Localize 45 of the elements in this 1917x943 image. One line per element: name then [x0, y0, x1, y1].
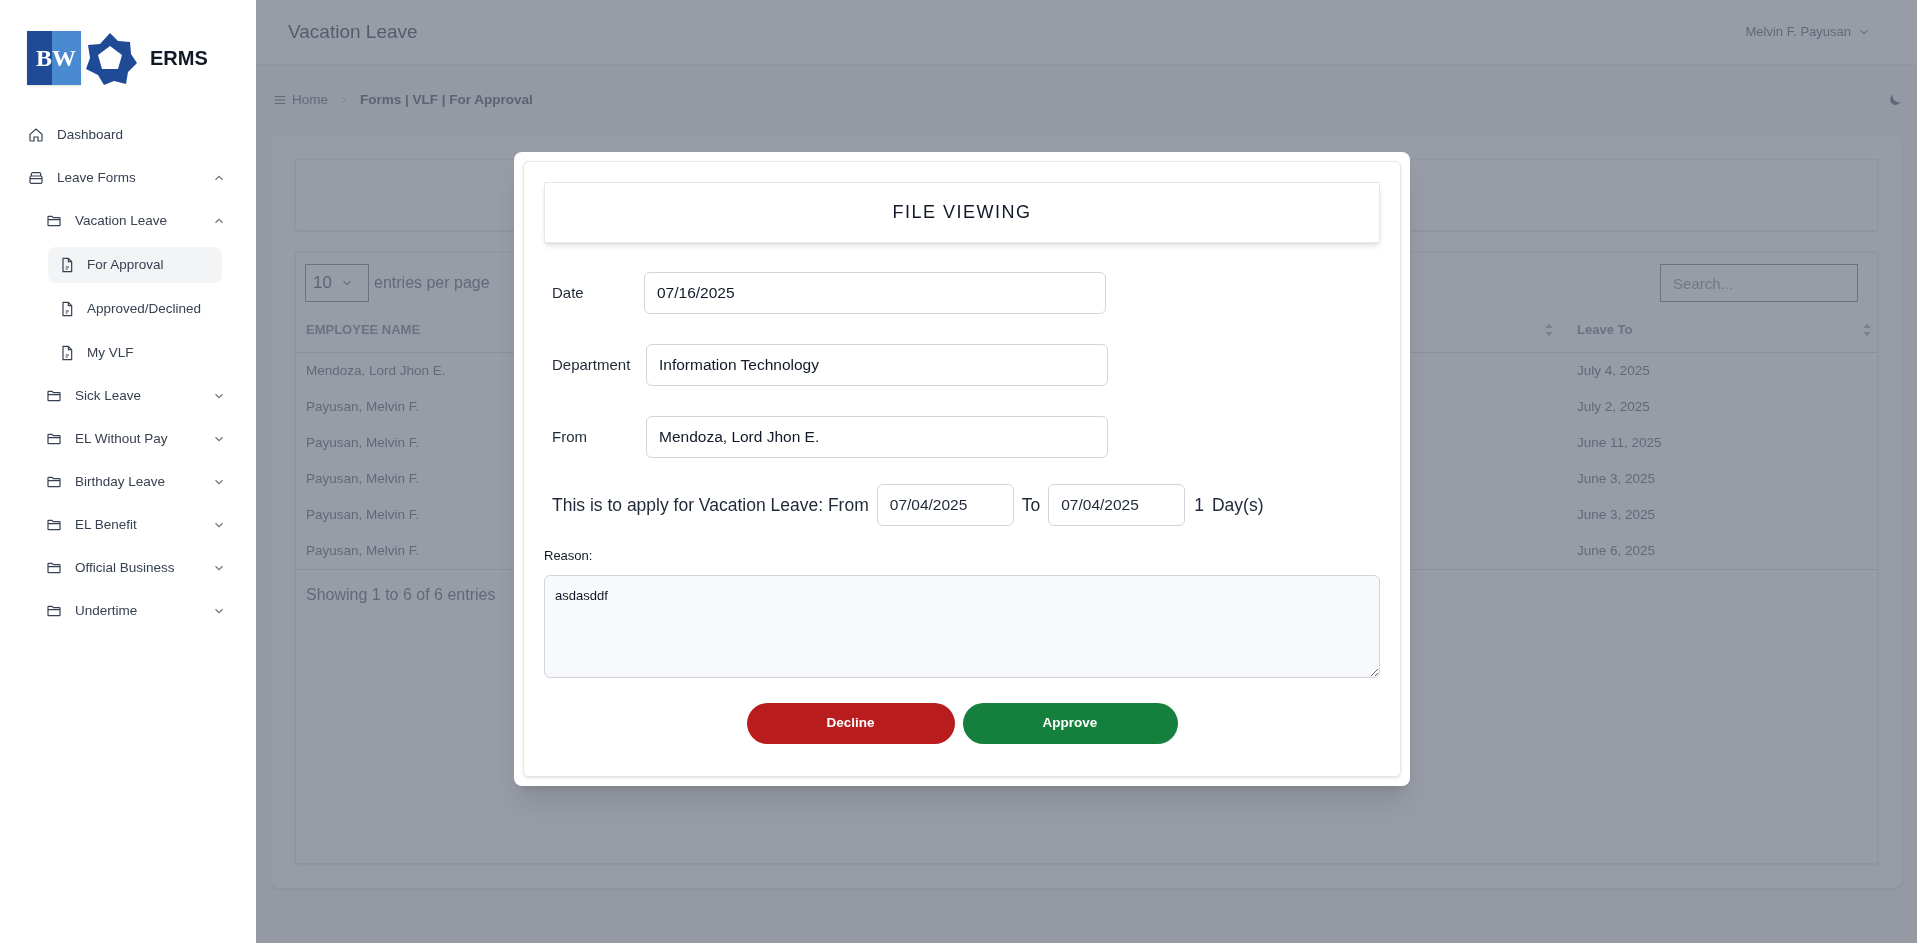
date-field[interactable]: 07/04/2025: [1048, 484, 1186, 526]
sidebar-item[interactable]: Birthday Leave: [0, 464, 226, 500]
modal-title: FILE VIEWING: [892, 201, 1032, 224]
field-label: From: [552, 428, 587, 445]
sidebar-item[interactable]: Dashboard: [0, 117, 226, 153]
to-label: To: [1021, 493, 1041, 517]
sidebar-item[interactable]: Approved/Declined: [48, 291, 222, 327]
decline-button[interactable]: Decline: [746, 702, 955, 744]
days-label: Day(s): [1212, 493, 1264, 517]
folder-icon: [46, 474, 62, 490]
folder-icon: [46, 603, 62, 619]
sidebar-item[interactable]: Undertime: [0, 593, 226, 629]
logo-mark: BW: [27, 30, 81, 85]
file-icon: [60, 301, 74, 317]
breadcrumb-current: Forms | VLF | For Approval: [360, 90, 534, 109]
field-label: Department: [552, 356, 631, 373]
sidebar-item[interactable]: Leave Forms: [0, 160, 226, 196]
field-label: Date: [552, 284, 584, 301]
text-field[interactable]: Mendoza, Lord Jhon E.: [646, 416, 1108, 458]
app-name: ERMS: [150, 45, 208, 71]
apply-text: This is to apply for Vacation Leave: From: [552, 493, 869, 517]
reason-label: Reason:: [544, 547, 594, 565]
folder-icon: [46, 560, 62, 576]
archive-icon: [28, 170, 44, 186]
reason-field[interactable]: asdasddf: [544, 574, 1380, 678]
folder-icon: [46, 517, 62, 533]
sidebar-item[interactable]: EL Without Pay: [0, 421, 226, 457]
text-field[interactable]: Information Technology: [646, 344, 1108, 386]
sidebar-item[interactable]: For Approval: [48, 247, 222, 283]
sidebar-item[interactable]: Official Business: [0, 550, 226, 586]
sidebar-item[interactable]: EL Benefit: [0, 507, 226, 543]
day-count: 1: [1194, 493, 1204, 517]
text-field[interactable]: 07/16/2025: [644, 272, 1106, 314]
sidebar-item[interactable]: My VLF: [48, 335, 222, 371]
date-field[interactable]: 07/04/2025: [876, 484, 1014, 526]
folder-icon: [46, 431, 62, 447]
approve-button[interactable]: Approve: [962, 702, 1178, 744]
sidebar-item[interactable]: Vacation Leave: [0, 203, 226, 239]
file-icon: [60, 257, 74, 273]
home-icon: [28, 127, 44, 143]
page-title: Vacation Leave: [288, 19, 419, 44]
folder-icon: [46, 388, 62, 404]
sidebar-item[interactable]: Sick Leave: [0, 378, 226, 414]
folder-icon: [46, 213, 62, 229]
file-icon: [60, 345, 74, 361]
